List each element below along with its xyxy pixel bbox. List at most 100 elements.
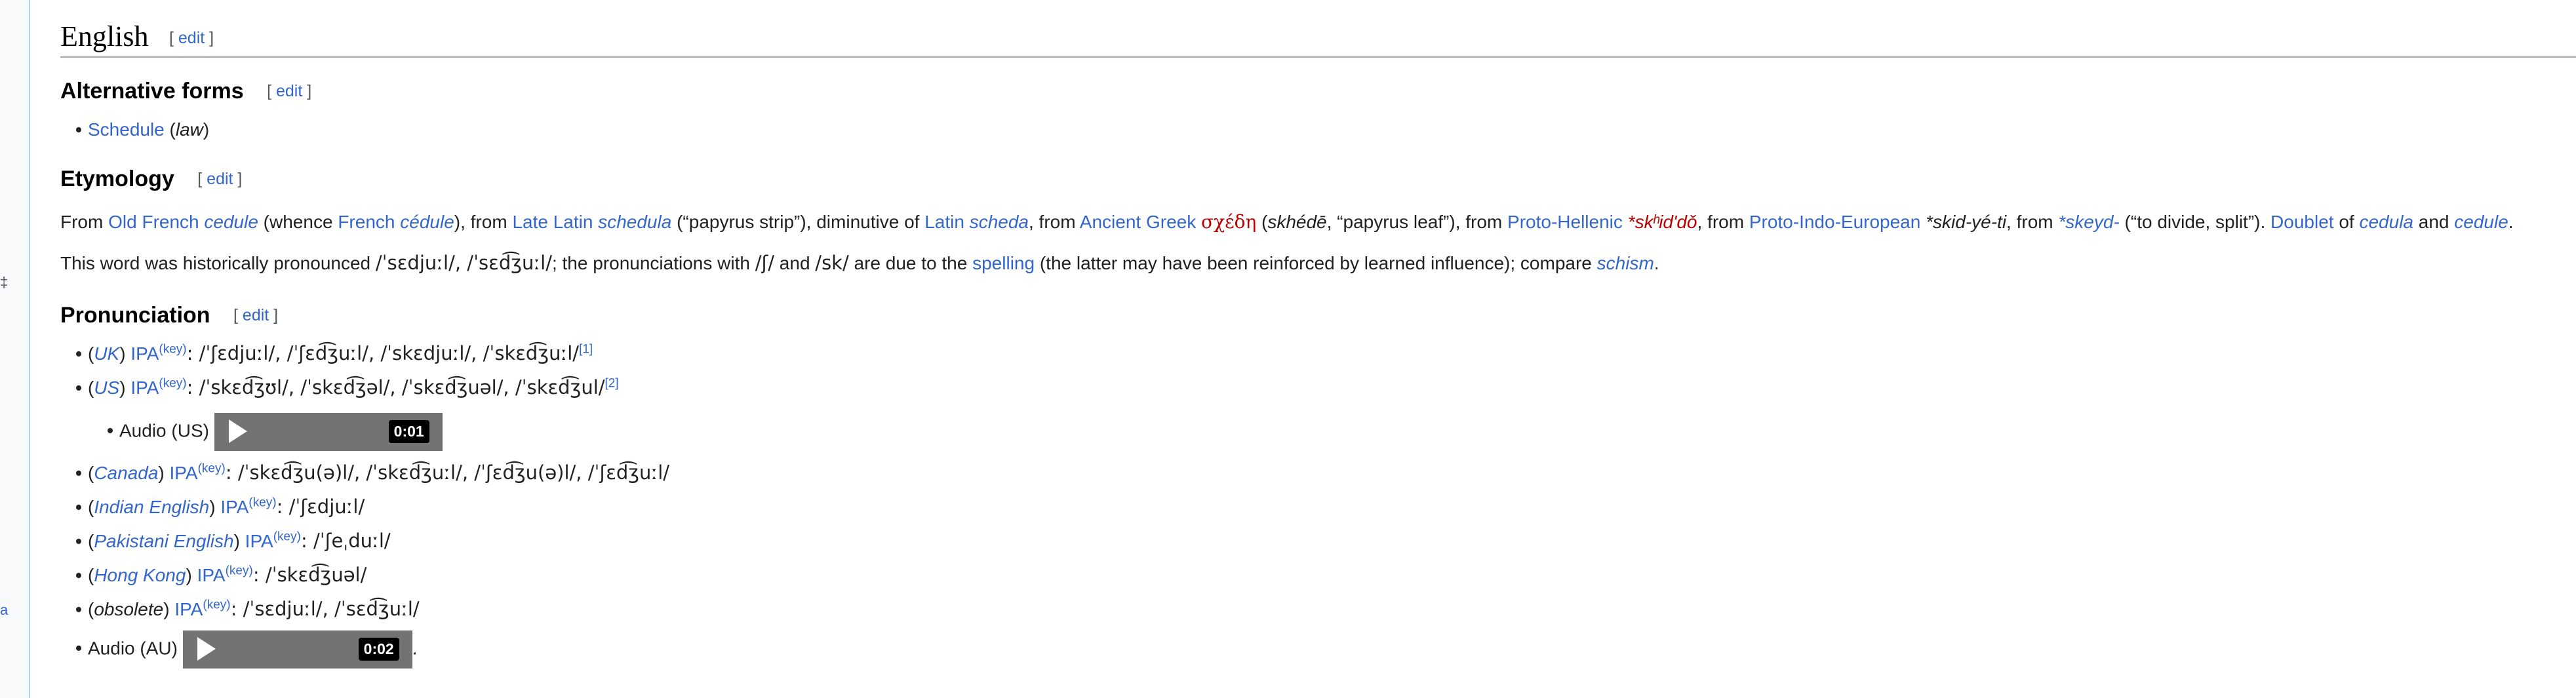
ipa-transcription: /ʃ/ [755,252,775,274]
region-link[interactable]: Indian English [94,497,209,517]
pronunciation-item-canada: (Canada) IPA(key): /ˈskɛd͡ʒu(ə)l/, /ˈskɛ… [76,461,669,484]
pronunciation-edit-section: [ edit ] [233,306,279,324]
region-link[interactable]: Hong Kong [94,565,186,585]
ipa-link[interactable]: IPA [170,463,198,483]
language-heading: English [ edit ] [60,17,2576,58]
bullet [76,607,81,612]
reference-link[interactable]: [1] [579,343,593,357]
pronunciation-item-uk: (UK) IPA(key): /ˈʃɛdjuːl/, /ˈʃɛd͡ʒuːl/, … [76,342,593,364]
ancient-greek-link[interactable]: Ancient Greek [1080,212,1196,232]
alternative-forms-edit-section: [ edit ] [267,82,312,100]
edit-link[interactable]: edit [243,306,269,324]
audio-us-item: Audio (US) 0:01 [108,413,443,451]
ipa-key-link[interactable]: (key) [198,462,226,476]
ipa-key-link[interactable]: (key) [203,598,230,612]
left-sidebar-gutter: ‡ a [0,0,30,698]
region-link[interactable]: US [94,378,119,398]
edit-link[interactable]: edit [207,170,233,188]
proto-hellenic-link[interactable]: Proto-Hellenic [1507,212,1623,232]
schedule-link[interactable]: Schedule [88,119,165,140]
pronunciation-heading: Pronunciation [ edit ] [60,303,279,328]
gutter-marker: ‡ [0,274,9,290]
reference-link[interactable]: [2] [605,377,619,391]
bullet [76,573,81,578]
language-edit-section: [ edit ] [169,29,214,47]
ipa-link[interactable]: IPA [220,497,248,517]
language-title: English [60,20,149,52]
pronunciation-item-obsolete: (obsolete) IPA(key): /ˈsɛdjuːl/, /ˈsɛd͡ʒ… [76,598,420,620]
bullet [108,428,113,434]
greek-word-link[interactable]: σχέδη [1201,211,1256,233]
ipa-key-link[interactable]: (key) [226,564,253,578]
pie-word: *skid-yé-ti [1926,212,2007,232]
edit-link[interactable]: edit [178,29,205,47]
schism-link[interactable]: schism [1597,253,1654,273]
ipa-link[interactable]: IPA [130,378,159,398]
proto-hellenic-word-link[interactable]: *skʰidʹdǒ [1628,212,1697,232]
ipa-transcription: : /ˈʃeˌduːl/ [300,530,391,552]
region-link[interactable]: UK [94,343,119,364]
ipa-transcription: /ˈsɛdjuːl/, /ˈsɛd͡ʒuːl/ [375,252,552,274]
ipa-transcription: : /ˈskɛd͡ʒʊl/, /ˈskɛd͡ʒəl/, /ˈskɛd͡ʒuəl/… [186,376,605,398]
audio-au-item: Audio (AU) 0:02 . [76,630,418,669]
audio-duration: 0:01 [388,420,429,443]
ipa-link[interactable]: IPA [245,531,273,551]
cedule-link[interactable]: cedule [204,212,258,232]
ipa-transcription: : /ˈskɛd͡ʒu(ə)l/, /ˈskɛd͡ʒuːl/, /ˈʃɛd͡ʒu… [225,461,670,484]
etymology-heading: Etymology [ edit ] [60,166,243,191]
pronunciation-item-indian-english: (Indian English) IPA(key): /ˈʃɛdjuːl/ [76,495,365,518]
french-link[interactable]: French [338,212,395,232]
list-item: Schedule (law) [76,119,209,140]
ipa-link[interactable]: IPA [197,565,226,585]
bullet [76,385,81,391]
proto-indo-european-link[interactable]: Proto-Indo-European [1749,212,1921,232]
greek-transliteration: skhédē [1267,212,1327,232]
region-link[interactable]: Canada [94,463,158,483]
etymology-paragraph-2: This word was historically pronounced /ˈ… [60,252,1659,274]
bullet [76,539,81,544]
edit-link[interactable]: edit [276,82,302,100]
audio-label: Audio (US) [119,420,209,441]
old-french-link[interactable]: Old French [108,212,199,232]
doublet-link[interactable]: Doublet [2270,212,2334,232]
ipa-transcription: /sk/ [815,252,849,274]
bullet [76,646,81,651]
cedule-french-link[interactable]: cédule [400,212,454,232]
pronunciation-item-pakistani-english: (Pakistani English) IPA(key): /ˈʃeˌduːl/ [76,530,391,552]
audio-player[interactable]: 0:01 [214,413,443,451]
play-icon[interactable] [197,637,216,661]
ipa-key-link[interactable]: (key) [159,377,186,391]
pronunciation-item-hong-kong: (Hong Kong) IPA(key): /ˈskɛd͡ʒuəl/ [76,564,367,586]
ipa-key-link[interactable]: (key) [273,530,301,544]
alternative-forms-heading: Alternative forms [ edit ] [60,79,312,104]
cedule-doublet-link[interactable]: cedule [2454,212,2508,232]
region-link[interactable]: Pakistani English [94,531,233,551]
bullet [76,505,81,510]
ipa-key-link[interactable]: (key) [159,343,186,357]
ipa-link[interactable]: IPA [174,599,203,619]
spelling-link[interactable]: spelling [972,253,1035,273]
ipa-key-link[interactable]: (key) [248,496,276,510]
bullet [76,127,81,132]
audio-duration: 0:02 [358,638,399,661]
schedula-link[interactable]: schedula [598,212,671,232]
bullet [76,351,81,357]
audio-label: Audio (AU) [88,638,178,659]
region-qualifier: obsolete [94,599,164,619]
latin-link[interactable]: Latin [924,212,964,232]
etymology-edit-section: [ edit ] [197,170,243,188]
audio-player[interactable]: 0:02 [182,630,412,669]
play-icon[interactable] [228,419,247,443]
ipa-transcription: : /ˈʃɛdjuːl/ [276,495,365,518]
scheda-link[interactable]: scheda [970,212,1029,232]
pronunciation-item-us: (US) IPA(key): /ˈskɛd͡ʒʊl/, /ˈskɛd͡ʒəl/,… [76,376,619,398]
cedula-link[interactable]: cedula [2359,212,2413,232]
late-latin-link[interactable]: Late Latin [512,212,593,232]
gutter-link-fragment[interactable]: a [0,602,8,619]
ipa-transcription: : /ˈsɛdjuːl/, /ˈsɛd͡ʒuːl/ [230,598,420,620]
etymology-paragraph-1: From Old French cedule (whence French cé… [60,211,2514,233]
bullet [76,471,81,476]
ipa-transcription: : /ˈʃɛdjuːl/, /ˈʃɛd͡ʒuːl/, /ˈskɛdjuːl/, … [186,342,580,364]
ipa-link[interactable]: IPA [130,343,159,364]
skeyd-link[interactable]: *skeyd- [2058,212,2119,232]
